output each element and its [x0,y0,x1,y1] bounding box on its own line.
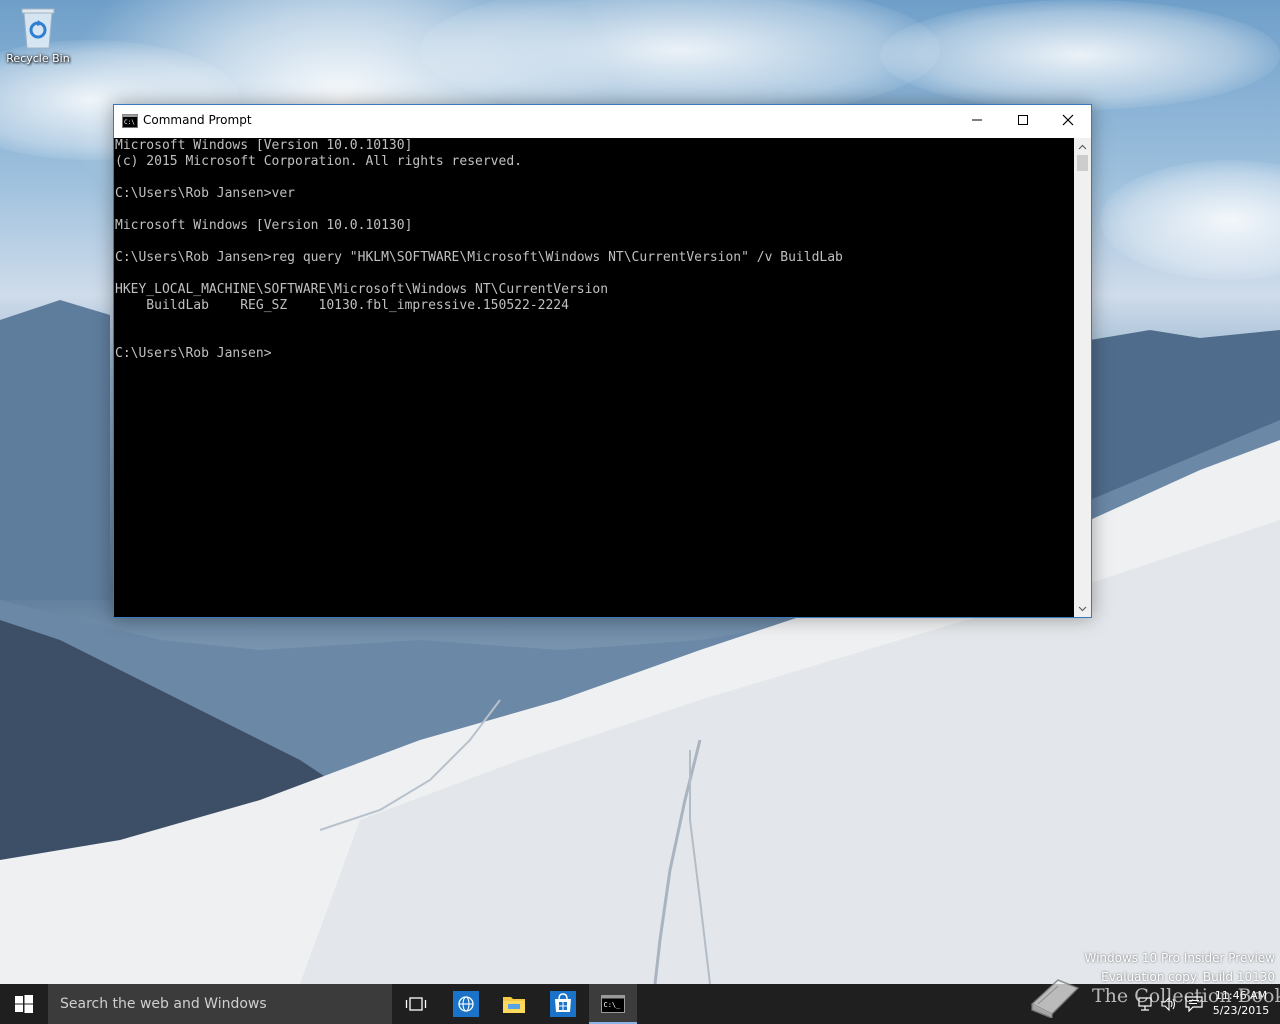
svg-text:C:\_: C:\_ [604,1001,622,1009]
task-view-icon [405,997,427,1011]
chevron-down-icon [1078,606,1087,611]
console-line: BuildLab REG_SZ 10130.fbl_impressive.150… [115,298,569,313]
scroll-up-button[interactable] [1074,138,1091,155]
book-logo-icon [1030,979,1080,1018]
taskbar-browser-button[interactable] [443,984,489,1024]
brand-text: The Collection Book [1092,985,1280,1007]
minimize-button[interactable] [954,105,1000,135]
window-title: Command Prompt [143,113,252,127]
minimize-icon [972,119,982,121]
windows-logo-icon [15,995,33,1013]
store-bag-icon [550,991,576,1017]
close-button[interactable] [1045,105,1091,135]
watermark-line-1: Windows 10 Pro Insider Preview [1084,951,1275,965]
taskbar-command-prompt-button[interactable]: C:\_ [589,984,637,1024]
search-placeholder: Search the web and Windows [60,996,267,1012]
console-prompt-line[interactable]: C:\Users\Rob Jansen> [114,346,1074,362]
console-line: C:\Users\Rob Jansen>reg query "HKLM\SOFT… [115,250,843,265]
globe-icon [453,991,479,1017]
console-line: Microsoft Windows [Version 10.0.10130] [115,218,413,233]
command-prompt-icon: C:\_ [601,995,625,1013]
command-prompt-icon: C:\ [122,114,138,128]
maximize-button[interactable] [1000,105,1046,135]
start-button[interactable] [0,984,48,1024]
console-line: Microsoft Windows [Version 10.0.10130] [115,138,413,153]
chevron-up-icon [1078,144,1087,149]
vertical-scrollbar[interactable] [1074,138,1091,617]
close-icon [1062,114,1074,126]
brand-watermark: The Collection Book [1028,974,1280,1018]
console-output[interactable]: Microsoft Windows [Version 10.0.10130] (… [114,138,1074,617]
scrollbar-thumb[interactable] [1077,155,1088,171]
console-line: C:\Users\Rob Jansen>ver [115,186,296,201]
scroll-down-button[interactable] [1074,600,1091,617]
console-line: (c) 2015 Microsoft Corporation. All righ… [115,154,522,169]
command-prompt-window[interactable]: C:\ Command Prompt Microsoft Windows [Ve… [113,104,1092,618]
taskbar-file-explorer-button[interactable] [491,984,537,1024]
task-view-button[interactable] [392,984,440,1024]
maximize-icon [1018,115,1028,125]
search-box[interactable]: Search the web and Windows [48,984,392,1024]
svg-text:C:\: C:\ [124,119,135,126]
recycle-bin-icon [21,8,55,49]
folder-icon [503,997,525,1013]
console-line: HKEY_LOCAL_MACHINE\SOFTWARE\Microsoft\Wi… [115,282,609,297]
taskbar-store-button[interactable] [539,984,587,1024]
recycle-bin-desktop-icon[interactable]: Recycle Bin [4,6,72,76]
recycle-bin-label: Recycle Bin [6,52,70,65]
window-titlebar[interactable]: C:\ Command Prompt [114,105,1091,137]
